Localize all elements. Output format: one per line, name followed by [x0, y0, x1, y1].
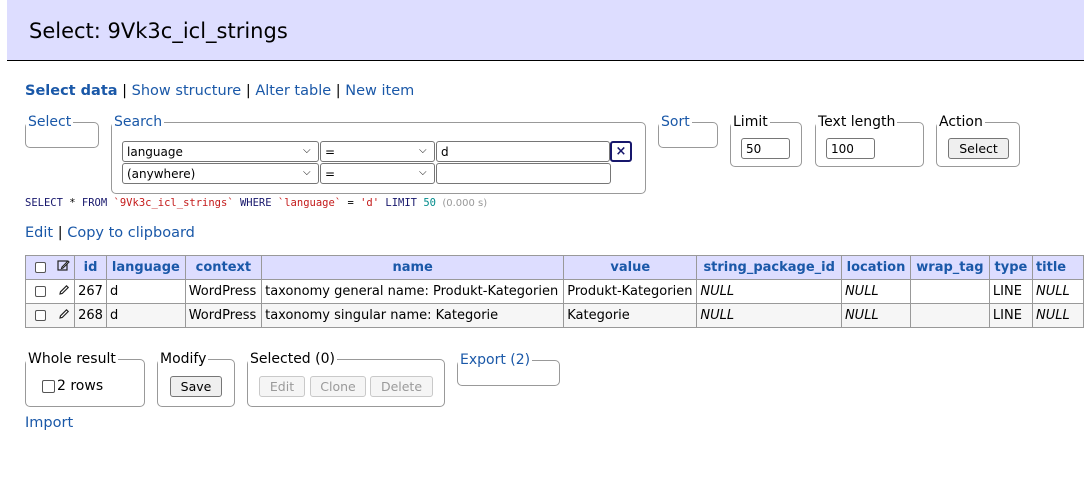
search-column-select-1[interactable]: language [122, 141, 319, 162]
cell-name: taxonomy general name: Produkt-Kategorie… [261, 279, 565, 304]
select-button[interactable]: Select [948, 138, 1009, 159]
search-operator-select-2[interactable]: = [320, 163, 435, 184]
row-select-cell [25, 303, 76, 328]
sql-query: SELECT * FROM `9Vk3c_icl_strings` WHERE … [25, 197, 488, 209]
link-separator: | [57, 225, 63, 241]
cell-id: 268 [74, 303, 108, 328]
result-table: id language context name value string_pa… [25, 255, 1084, 328]
table-row: 268 d WordPress taxonomy singular name: … [25, 303, 1084, 328]
column-header-id[interactable]: id [74, 255, 108, 280]
modify-legend: Modify [160, 351, 207, 367]
save-button[interactable]: Save [170, 376, 222, 397]
export-fieldset[interactable]: Export (2) [457, 352, 560, 386]
cell-language: d [106, 279, 186, 304]
column-header-name[interactable]: name [261, 255, 565, 280]
edit-selected-button[interactable]: Edit [259, 376, 305, 397]
query-links: Edit | Copy to clipboard [25, 225, 195, 241]
action-legend: Action [939, 114, 983, 130]
copy-to-clipboard-link[interactable]: Copy to clipboard [67, 225, 195, 241]
result-table-viewport: id language context name value string_pa… [25, 255, 1084, 333]
cell-language: d [106, 303, 186, 328]
pencil-icon[interactable] [58, 308, 70, 324]
select-columns-fieldset[interactable]: Select [25, 114, 99, 148]
export-legend[interactable]: Export (2) [458, 352, 532, 368]
cell-location: NULL [840, 279, 912, 304]
cell-context: WordPress [184, 303, 263, 328]
whole-result-legend: Whole result [28, 351, 116, 367]
limit-legend: Limit [733, 114, 768, 130]
delete-selected-button[interactable]: Delete [370, 376, 433, 397]
page-title: Select: 9Vk3c_icl_strings [29, 19, 288, 43]
column-header-wrap-tag[interactable]: wrap_tag [910, 255, 990, 280]
import-link[interactable]: Import [25, 415, 73, 431]
query-time: (0.000 s) [442, 198, 488, 209]
new-item-link[interactable]: New item [345, 83, 414, 99]
cell-context: WordPress [184, 279, 263, 304]
search-column-select-2[interactable]: (anywhere) [122, 163, 319, 184]
search-operator-select-1[interactable]: = [320, 141, 435, 162]
column-header-location[interactable]: location [840, 255, 912, 280]
search-value-input-2[interactable] [436, 163, 611, 184]
show-structure-link[interactable]: Show structure [132, 83, 242, 99]
cell-title: NULL [1031, 303, 1084, 328]
column-header-language[interactable]: language [106, 255, 186, 280]
pencil-icon[interactable] [58, 284, 70, 300]
edit-query-link[interactable]: Edit [25, 225, 53, 241]
cell-title: NULL [1031, 279, 1084, 304]
clone-selected-button[interactable]: Clone [310, 376, 366, 397]
select-all-cell [25, 255, 76, 280]
page-header: Select: 9Vk3c_icl_strings [7, 0, 1084, 61]
cell-wrap-tag [910, 279, 990, 304]
cell-string-package-id: NULL [696, 303, 842, 328]
text-length-legend: Text length [818, 114, 896, 130]
rows-count-label[interactable]: 2 rows [57, 378, 103, 394]
cell-type: LINE [988, 303, 1033, 328]
row-checkbox[interactable] [35, 286, 46, 297]
sort-fieldset[interactable]: Sort [658, 114, 718, 148]
search-value-input-1[interactable] [436, 141, 610, 162]
selected-legend: Selected (0) [250, 351, 335, 367]
cell-value: Produkt-Kategorien [563, 279, 698, 304]
nav-separator: | [245, 83, 251, 99]
alter-table-link[interactable]: Alter table [255, 83, 331, 99]
edit-all-icon[interactable] [56, 259, 70, 276]
cell-type: LINE [988, 279, 1033, 304]
cell-location: NULL [840, 303, 912, 328]
remove-condition-icon[interactable]: × [610, 141, 632, 162]
table-row: 267 d WordPress taxonomy general name: P… [25, 279, 1084, 304]
text-length-input[interactable] [826, 138, 875, 159]
cell-wrap-tag [910, 303, 990, 328]
nav-separator: | [122, 83, 128, 99]
cell-name: taxonomy singular name: Kategorie [261, 303, 565, 328]
column-header-type[interactable]: type [988, 255, 1033, 280]
cell-value: Kategorie [563, 303, 698, 328]
nav-separator: | [335, 83, 341, 99]
cell-string-package-id: NULL [696, 279, 842, 304]
select-data-link[interactable]: Select data [25, 83, 118, 99]
table-nav: Select data | Show structure | Alter tab… [25, 83, 414, 99]
column-header-context[interactable]: context [184, 255, 263, 280]
limit-input[interactable] [741, 138, 790, 159]
row-checkbox[interactable] [35, 310, 46, 321]
whole-result-checkbox[interactable] [42, 380, 55, 393]
table-header-row: id language context name value string_pa… [25, 255, 1084, 280]
column-header-value[interactable]: value [563, 255, 698, 280]
column-header-title[interactable]: title [1031, 255, 1084, 280]
search-legend: Search [114, 114, 163, 130]
select-legend[interactable]: Select [26, 114, 73, 130]
column-header-string-package-id[interactable]: string_package_id [696, 255, 842, 280]
cell-id: 267 [74, 279, 108, 304]
sort-legend[interactable]: Sort [659, 114, 692, 130]
row-select-cell [25, 279, 76, 304]
select-all-checkbox[interactable] [35, 262, 46, 273]
